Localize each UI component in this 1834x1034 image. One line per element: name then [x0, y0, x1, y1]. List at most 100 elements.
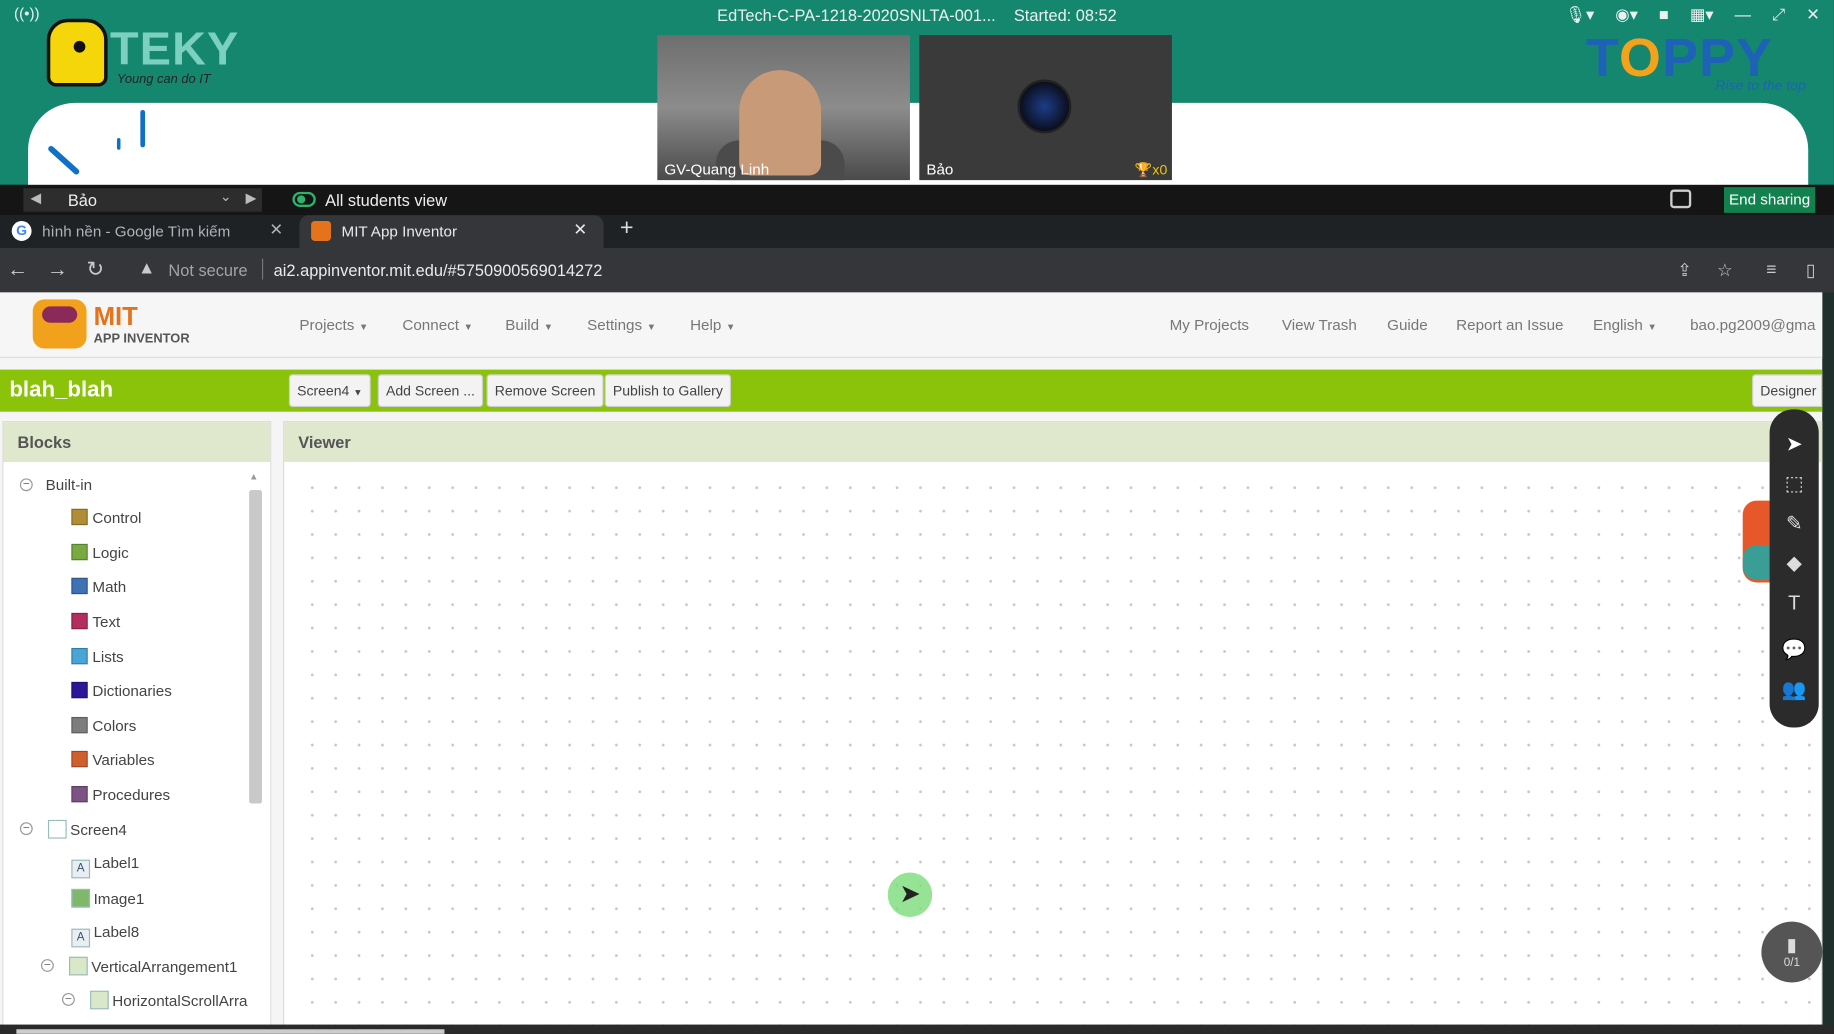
- tree-item-text[interactable]: Text: [71, 612, 120, 630]
- location-icon[interactable]: ◉▾: [1615, 5, 1638, 25]
- reading-list-icon[interactable]: ≡: [1766, 260, 1776, 280]
- bookmark-star-icon[interactable]: ☆: [1717, 260, 1733, 281]
- pen-icon[interactable]: ✎: [1770, 512, 1819, 535]
- bottom-bar: [0, 1024, 1834, 1034]
- end-sharing-button[interactable]: End sharing: [1723, 187, 1816, 213]
- blocks-scroll-thumb[interactable]: [249, 490, 262, 804]
- designer-button[interactable]: Designer: [1752, 374, 1823, 408]
- menu-account[interactable]: bao.pg2009@gma: [1690, 316, 1822, 334]
- mit-app-inventor-logo[interactable]: MIT APP INVENTOR: [32, 299, 197, 350]
- participant-name: Bảo: [926, 160, 954, 178]
- scroll-up-icon[interactable]: ▲: [249, 471, 258, 482]
- side-panel-icon[interactable]: ▯: [1806, 260, 1816, 281]
- menu-settings[interactable]: Settings ▼: [587, 316, 656, 334]
- tree-item-dictionaries[interactable]: Dictionaries: [71, 681, 172, 699]
- video-tile-student[interactable]: Bảo 🏆x0: [919, 35, 1172, 181]
- tree-item-verticalarrangement1[interactable]: VerticalArrangement1: [69, 956, 237, 976]
- viewer-panel: Viewer ➤: [283, 421, 1823, 1030]
- close-icon[interactable]: ✕: [1806, 5, 1820, 25]
- blocks-panel: Blocks ▲ − Built-in Control Logic Math T…: [2, 421, 272, 1030]
- menu-connect[interactable]: Connect ▼: [402, 316, 473, 334]
- menu-guide[interactable]: Guide: [1387, 316, 1428, 334]
- video-tile-teacher[interactable]: GV-Quang Linh: [657, 35, 910, 181]
- close-tab-icon[interactable]: ✕: [269, 220, 283, 240]
- arrangement-icon: [90, 990, 109, 1010]
- previous-student-icon[interactable]: ◀: [30, 189, 41, 205]
- pen-stroke: [47, 144, 81, 176]
- google-icon: G: [11, 221, 32, 241]
- tree-item-procedures[interactable]: Procedures: [71, 785, 170, 804]
- all-students-toggle[interactable]: [292, 191, 316, 208]
- math-swatch-icon: [71, 577, 88, 595]
- collapse-icon[interactable]: −: [19, 822, 33, 836]
- address-bar[interactable]: ▲ Not secure ai2.appinventor.mit.edu/#57…: [124, 255, 1761, 285]
- pointer-icon[interactable]: ➤: [1770, 433, 1819, 456]
- close-tab-icon[interactable]: ✕: [573, 220, 587, 240]
- publish-gallery-button[interactable]: Publish to Gallery: [604, 374, 732, 408]
- tree-item-label8[interactable]: A Label8: [71, 923, 139, 948]
- camera-icon[interactable]: ■: [1659, 5, 1669, 25]
- trophy-badge: 🏆x0: [1134, 161, 1168, 178]
- logic-swatch-icon: [71, 543, 88, 561]
- menu-build[interactable]: Build ▼: [505, 316, 553, 334]
- text-tool-icon[interactable]: T: [1770, 592, 1819, 615]
- page-counter-button[interactable]: ▮ 0/1: [1761, 921, 1823, 983]
- select-icon[interactable]: ⬚: [1770, 473, 1819, 496]
- menu-projects[interactable]: Projects ▼: [299, 316, 368, 334]
- tree-item-variables[interactable]: Variables: [71, 750, 155, 768]
- tree-item-control[interactable]: Control: [71, 508, 141, 526]
- users-icon[interactable]: 👥: [1770, 678, 1819, 701]
- menu-language[interactable]: English ▼: [1593, 316, 1657, 334]
- minimize-icon[interactable]: —: [1735, 5, 1751, 25]
- browser-tab-active[interactable]: MIT App Inventor ✕: [299, 215, 604, 248]
- tree-item-horizontalscroll[interactable]: HorizontalScrollArra: [90, 990, 265, 1010]
- caret-icon: ▼: [646, 321, 657, 333]
- tree-item-logic[interactable]: Logic: [71, 543, 129, 561]
- all-students-label: All students view: [325, 190, 448, 210]
- menu-help[interactable]: Help ▼: [690, 316, 735, 334]
- tree-builtin[interactable]: Built-in: [46, 476, 92, 494]
- document-icon: ▮: [1786, 935, 1797, 956]
- student-selector[interactable]: ◀ Bảo ⌄ ▶: [23, 188, 262, 212]
- browser-toolbar: ← → ↻ ▲ Not secure ai2.appinventor.mit.e…: [0, 247, 1834, 293]
- remove-screen-button[interactable]: Remove Screen: [486, 374, 604, 408]
- fullscreen-icon[interactable]: [1670, 189, 1692, 209]
- collapse-icon[interactable]: −: [19, 478, 33, 492]
- back-icon[interactable]: ←: [7, 257, 28, 282]
- new-tab-icon[interactable]: +: [620, 215, 634, 242]
- toppy-tagline: Rise to the top: [1715, 77, 1806, 94]
- menu-report-issue[interactable]: Report an Issue: [1456, 316, 1563, 334]
- menu-my-projects[interactable]: My Projects: [1170, 316, 1249, 334]
- mic-icon[interactable]: 🎙▾: [1565, 5, 1594, 25]
- lists-swatch-icon: [71, 647, 88, 665]
- menu-view-trash[interactable]: View Trash: [1282, 316, 1357, 334]
- comment-icon[interactable]: 💬: [1770, 639, 1819, 662]
- screen-select-button[interactable]: Screen4 ▼: [288, 374, 371, 408]
- trophy-count: x0: [1152, 161, 1168, 178]
- collapse-icon[interactable]: −: [40, 959, 54, 972]
- add-screen-button[interactable]: Add Screen ...: [377, 374, 484, 408]
- reload-icon[interactable]: ↻: [87, 257, 105, 282]
- caret-icon: ▼: [359, 321, 369, 333]
- grid-icon[interactable]: ▦▾: [1690, 5, 1714, 25]
- tree-item-label1[interactable]: A Label1: [71, 854, 139, 879]
- collapse-icon[interactable]: −: [61, 992, 75, 1006]
- tree-item-math[interactable]: Math: [71, 577, 126, 595]
- screen: ((•)) EdTech-C-PA-1218-2020SNLTA-001... …: [0, 0, 1834, 1034]
- next-student-icon[interactable]: ▶: [246, 189, 257, 205]
- tree-screen4[interactable]: Screen4: [47, 819, 127, 839]
- tree-item-colors[interactable]: Colors: [71, 716, 136, 735]
- restore-icon[interactable]: ⤢: [1772, 5, 1785, 25]
- eraser-icon[interactable]: ◆: [1770, 552, 1819, 575]
- url-text[interactable]: ai2.appinventor.mit.edu/#575090056901427…: [274, 261, 603, 280]
- tree-item-image1[interactable]: Image1: [71, 888, 144, 908]
- caret-icon: ▼: [543, 321, 554, 333]
- blocks-workspace[interactable]: ➤: [293, 469, 1822, 1029]
- forward-icon[interactable]: →: [47, 257, 68, 282]
- browser-tab[interactable]: G hình nền - Google Tìm kiếm ✕: [0, 215, 299, 248]
- security-label[interactable]: Not secure: [168, 261, 247, 280]
- tree-item-lists[interactable]: Lists: [71, 647, 124, 666]
- whiteboard-area[interactable]: [28, 102, 1809, 197]
- chevron-down-icon[interactable]: ⌄: [220, 188, 232, 204]
- share-icon[interactable]: ⇪: [1677, 260, 1692, 281]
